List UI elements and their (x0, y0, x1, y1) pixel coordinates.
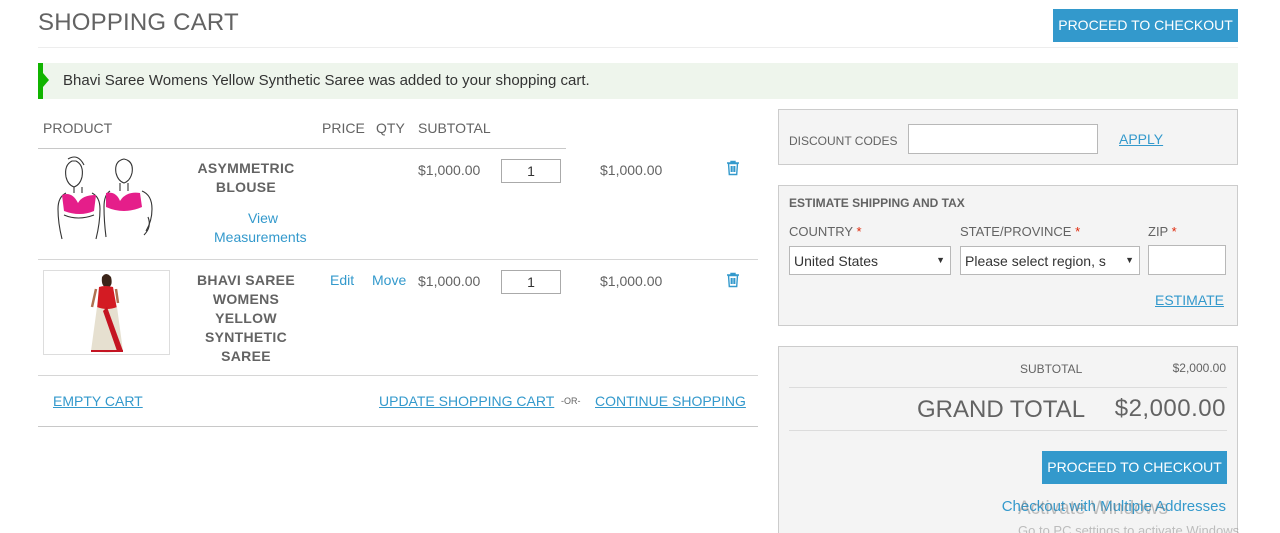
discount-code-input[interactable] (908, 124, 1098, 154)
subtotal-value: $2,000.00 (1172, 361, 1226, 375)
state-select-value: Please select region, s (965, 253, 1106, 269)
zip-input[interactable] (1148, 245, 1226, 275)
edit-link[interactable]: Edit (330, 272, 354, 288)
success-message-text: Bhavi Saree Womens Yellow Synthetic Sare… (63, 72, 590, 89)
grand-total-label: GRAND TOTAL (917, 396, 1086, 423)
product-name-blouse[interactable]: ASYMMETRIC BLOUSE (186, 159, 306, 197)
product-name-line[interactable]: SAREE (186, 347, 306, 366)
product-name-line[interactable]: WOMENS (186, 290, 306, 309)
product-name-line[interactable]: YELLOW (186, 309, 306, 328)
or-separator: -OR- (561, 396, 581, 406)
shipping-panel: ESTIMATE SHIPPING AND TAX COUNTRY * STAT… (778, 185, 1238, 326)
continue-shopping-link[interactable]: CONTINUE SHOPPING (595, 393, 746, 409)
totals-panel: SUBTOTAL $2,000.00 GRAND TOTAL $2,000.00… (778, 346, 1238, 533)
success-message: Bhavi Saree Womens Yellow Synthetic Sare… (38, 63, 1238, 99)
header-divider (38, 47, 1238, 48)
quantity-input[interactable]: 1 (501, 270, 561, 294)
header-divider (38, 148, 566, 149)
quantity-input[interactable]: 1 (501, 159, 561, 183)
product-image-blouse[interactable] (52, 155, 160, 243)
proceed-to-checkout-button[interactable]: PROCEED TO CHECKOUT (1053, 9, 1238, 42)
watermark-subtitle: Go to PC settings to activate Windows. (1018, 523, 1243, 533)
trash-icon[interactable] (726, 272, 740, 288)
required-asterisk: * (856, 224, 862, 239)
page-title: SHOPPING CART (38, 9, 239, 36)
chevron-down-icon: ▼ (936, 255, 945, 265)
zip-label-text: ZIP (1148, 224, 1168, 239)
state-label-text: STATE/PROVINCE (960, 224, 1072, 239)
view-measurements-link-line2[interactable]: Measurements (214, 229, 307, 245)
country-label: COUNTRY * (789, 224, 862, 239)
row-divider (38, 259, 758, 260)
grand-total-value: $2,000.00 (1114, 395, 1226, 422)
empty-cart-link[interactable]: EMPTY CART (53, 393, 143, 409)
column-header-qty: QTY (376, 120, 405, 136)
totals-divider (789, 387, 1227, 388)
trash-icon[interactable] (726, 160, 740, 176)
watermark-title: Activate Windows (1018, 498, 1168, 519)
country-select[interactable]: United States ▼ (789, 246, 951, 275)
column-header-product: PRODUCT (43, 120, 113, 136)
state-label: STATE/PROVINCE * (960, 224, 1080, 239)
view-measurements-link[interactable]: View (186, 208, 340, 229)
apply-discount-link[interactable]: APPLY (1119, 131, 1163, 147)
footer-divider (38, 426, 758, 427)
product-name-saree[interactable]: BHAVI SAREE WOMENS YELLOW SYNTHETIC SARE… (186, 271, 306, 366)
item-price: $1,000.00 (418, 162, 481, 178)
required-asterisk: * (1171, 224, 1177, 239)
zip-label: ZIP * (1148, 224, 1177, 239)
product-image-saree[interactable] (43, 270, 170, 355)
country-label-text: COUNTRY (789, 224, 853, 239)
row-divider (38, 375, 758, 376)
move-link[interactable]: Move (372, 272, 406, 288)
item-subtotal: $1,000.00 (600, 162, 663, 178)
product-name-line[interactable]: BLOUSE (186, 178, 306, 197)
product-name-line[interactable]: SYNTHETIC (186, 328, 306, 347)
proceed-to-checkout-button[interactable]: PROCEED TO CHECKOUT (1042, 451, 1227, 484)
update-cart-link[interactable]: UPDATE SHOPPING CART (379, 393, 554, 409)
subtotal-label: SUBTOTAL (1020, 362, 1083, 376)
discount-panel: DISCOUNT CODES APPLY (778, 109, 1238, 165)
totals-divider (789, 430, 1227, 431)
column-header-price: PRICE (322, 120, 365, 136)
estimate-link[interactable]: ESTIMATE (1155, 292, 1224, 308)
product-name-line[interactable]: BHAVI SAREE (186, 271, 306, 290)
discount-label: DISCOUNT CODES (789, 134, 898, 148)
state-select[interactable]: Please select region, s ▼ (960, 246, 1140, 275)
product-name-line[interactable]: ASYMMETRIC (186, 159, 306, 178)
view-measurements-line[interactable]: View (186, 208, 340, 229)
column-header-subtotal: SUBTOTAL (418, 120, 491, 136)
required-asterisk: * (1075, 224, 1081, 239)
item-subtotal: $1,000.00 (600, 273, 663, 289)
country-select-value: United States (794, 253, 879, 269)
message-arrow-icon (43, 73, 49, 87)
chevron-down-icon: ▼ (1125, 255, 1134, 265)
item-price: $1,000.00 (418, 273, 481, 289)
shipping-title: ESTIMATE SHIPPING AND TAX (789, 196, 965, 210)
